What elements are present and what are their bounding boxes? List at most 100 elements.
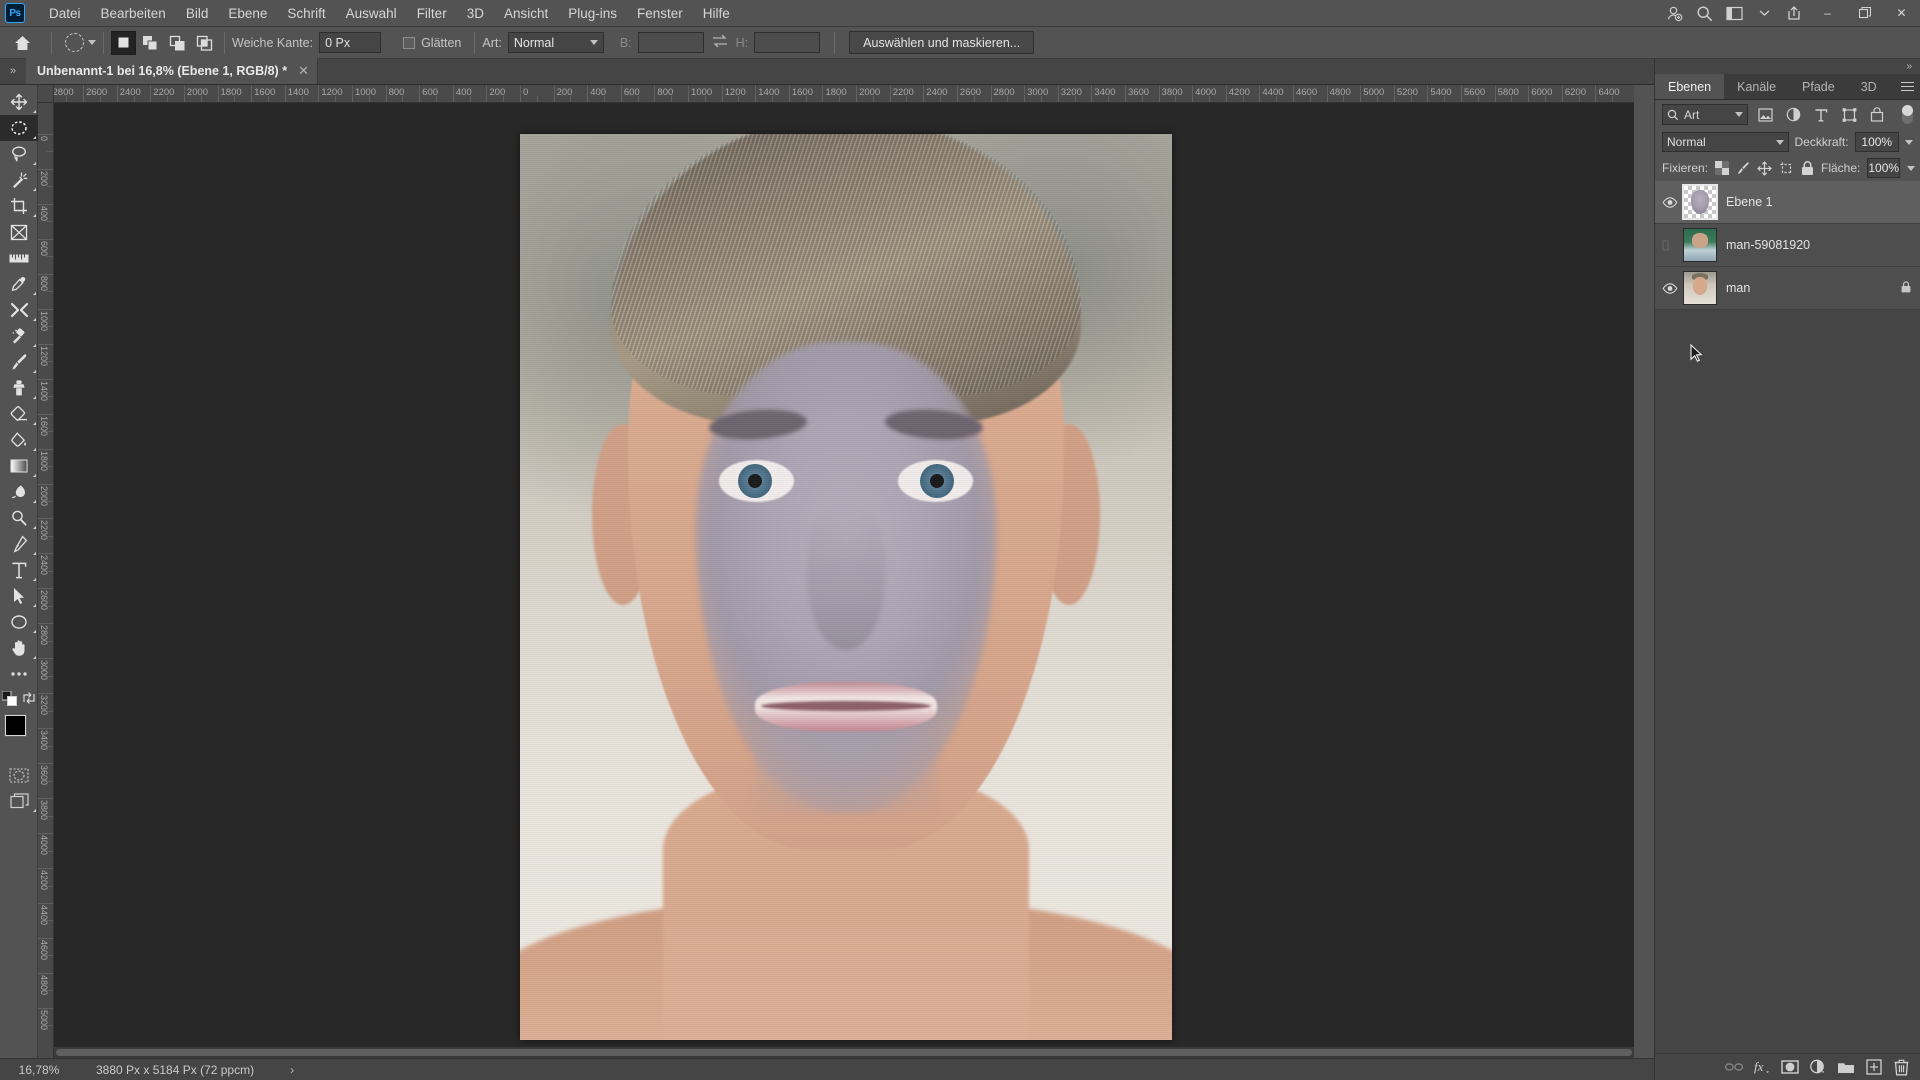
search-icon[interactable] xyxy=(1689,0,1719,27)
menu-fenster[interactable]: Fenster xyxy=(627,2,693,25)
lock-position-icon[interactable] xyxy=(1757,159,1772,177)
blur-tool[interactable] xyxy=(0,479,38,505)
style-select[interactable]: Normal xyxy=(507,32,604,53)
intersect-selection-button[interactable] xyxy=(192,31,217,55)
layer-thumbnail[interactable] xyxy=(1683,271,1717,305)
type-filter-icon[interactable] xyxy=(1810,104,1832,125)
height-input[interactable] xyxy=(754,32,821,53)
paint-bucket-tool[interactable] xyxy=(0,427,38,453)
layer-visibility-toggle[interactable] xyxy=(1657,282,1683,294)
pixel-filter-icon[interactable] xyxy=(1754,104,1776,125)
subtract-from-selection-button[interactable] xyxy=(165,31,190,55)
layer-thumbnail[interactable] xyxy=(1683,228,1717,262)
menu-schrift[interactable]: Schrift xyxy=(277,2,335,25)
menu-filter[interactable]: Filter xyxy=(407,2,457,25)
lock-all-icon[interactable] xyxy=(1801,159,1814,177)
menu-ansicht[interactable]: Ansicht xyxy=(494,2,558,25)
chevron-down-icon[interactable] xyxy=(1749,0,1779,27)
foreground-color-swatch[interactable] xyxy=(4,714,27,737)
elliptical-marquee-tool[interactable] xyxy=(0,115,38,141)
tab-kanaele[interactable]: Kanäle xyxy=(1724,74,1789,99)
move-tool[interactable] xyxy=(0,89,38,115)
more-tools[interactable] xyxy=(0,661,38,687)
layer-name[interactable]: man-59081920 xyxy=(1726,238,1810,252)
lock-image-pixels-icon[interactable] xyxy=(1736,159,1750,177)
menu-bild[interactable]: Bild xyxy=(176,2,219,25)
lock-artboard-nesting-icon[interactable] xyxy=(1779,159,1794,177)
swap-width-height-icon[interactable] xyxy=(704,34,736,51)
menu-auswahl[interactable]: Auswahl xyxy=(336,2,407,25)
tool-preset-picker[interactable] xyxy=(59,33,96,52)
opacity-value[interactable]: 100% xyxy=(1854,132,1899,152)
status-expand-icon[interactable]: › xyxy=(254,1063,294,1077)
menu-bearbeiten[interactable]: Bearbeiten xyxy=(91,2,176,25)
workspace-icon[interactable] xyxy=(1719,0,1749,27)
new-group-icon[interactable] xyxy=(1833,1055,1858,1080)
panel-collapse-icon[interactable]: » xyxy=(0,58,26,84)
menu-ebene[interactable]: Ebene xyxy=(218,2,277,25)
maximize-button[interactable] xyxy=(1846,0,1883,27)
home-icon[interactable] xyxy=(0,35,44,51)
table-row[interactable]: man-59081920 xyxy=(1655,224,1920,267)
layer-thumbnail[interactable] xyxy=(1682,184,1718,220)
quick-mask-icon[interactable] xyxy=(0,762,38,788)
close-button[interactable]: ✕ xyxy=(1883,0,1920,27)
tab-3d[interactable]: 3D xyxy=(1848,74,1890,99)
path-selection-tool[interactable] xyxy=(0,583,38,609)
pen-tool[interactable] xyxy=(0,531,38,557)
brush-tool[interactable] xyxy=(0,349,38,375)
layer-name[interactable]: Ebene 1 xyxy=(1726,195,1773,209)
horizontal-scrollbar[interactable] xyxy=(54,1047,1634,1058)
blend-mode-select[interactable]: Normal xyxy=(1662,132,1789,152)
layer-name[interactable]: man xyxy=(1726,281,1750,295)
minimize-button[interactable]: – xyxy=(1809,0,1846,27)
link-layers-icon[interactable] xyxy=(1721,1055,1746,1080)
crop-tool[interactable] xyxy=(0,193,38,219)
ellipse-shape-tool[interactable] xyxy=(0,609,38,635)
clone-stamp-tool[interactable] xyxy=(0,375,38,401)
filter-kind-select[interactable]: Art xyxy=(1662,104,1748,125)
width-input[interactable] xyxy=(637,32,704,53)
hand-tool[interactable] xyxy=(0,635,38,661)
tab-pfade[interactable]: Pfade xyxy=(1789,74,1848,99)
eraser-tool[interactable] xyxy=(0,401,38,427)
layer-visibility-toggle[interactable] xyxy=(1657,196,1683,208)
zoom-level[interactable]: 16,78% xyxy=(0,1063,78,1077)
dodge-tool[interactable] xyxy=(0,505,38,531)
screen-mode-icon[interactable] xyxy=(0,788,38,814)
new-layer-icon[interactable] xyxy=(1861,1055,1886,1080)
adjustment-filter-icon[interactable] xyxy=(1782,104,1804,125)
smart-object-filter-icon[interactable] xyxy=(1866,104,1888,125)
document-tab[interactable]: Unbenannt-1 bei 16,8% (Ebene 1, RGB/8) *… xyxy=(26,58,318,84)
add-to-selection-button[interactable] xyxy=(138,31,163,55)
measure-ruler-tool[interactable] xyxy=(0,245,38,271)
layer-visibility-toggle[interactable] xyxy=(1657,240,1683,251)
feather-input[interactable]: 0 Px xyxy=(319,32,382,53)
shape-filter-icon[interactable] xyxy=(1838,104,1860,125)
layer-style-fx-icon[interactable]: fx xyxy=(1749,1055,1774,1080)
panel-menu-icon[interactable] xyxy=(1894,74,1920,99)
document-canvas[interactable] xyxy=(520,134,1172,1040)
menu-3d[interactable]: 3D xyxy=(457,2,494,25)
patch-tool[interactable] xyxy=(0,297,38,323)
add-layer-mask-icon[interactable] xyxy=(1777,1055,1802,1080)
tab-ebenen[interactable]: Ebenen xyxy=(1655,74,1725,99)
gradient-tool[interactable] xyxy=(0,453,38,479)
new-selection-button[interactable] xyxy=(111,30,136,55)
antialias-checkbox[interactable] xyxy=(403,36,416,49)
canvas-area[interactable] xyxy=(54,103,1634,1070)
menu-hilfe[interactable]: Hilfe xyxy=(693,2,740,25)
new-adjustment-layer-icon[interactable] xyxy=(1805,1055,1830,1080)
table-row[interactable]: man xyxy=(1655,267,1920,310)
menu-plugins[interactable]: Plug-ins xyxy=(558,2,627,25)
lasso-tool[interactable] xyxy=(0,141,38,167)
foreground-background-colors[interactable] xyxy=(0,713,38,753)
horizontal-scrollbar-thumb[interactable] xyxy=(56,1049,1632,1056)
lock-transparent-pixels-icon[interactable] xyxy=(1715,159,1730,177)
chevron-down-icon[interactable] xyxy=(1907,165,1916,171)
eyedropper-tool[interactable] xyxy=(0,271,38,297)
filter-enable-toggle[interactable] xyxy=(1902,105,1913,124)
frame-tool[interactable] xyxy=(0,219,38,245)
type-tool[interactable] xyxy=(0,557,38,583)
fill-value[interactable]: 100% xyxy=(1867,158,1901,178)
